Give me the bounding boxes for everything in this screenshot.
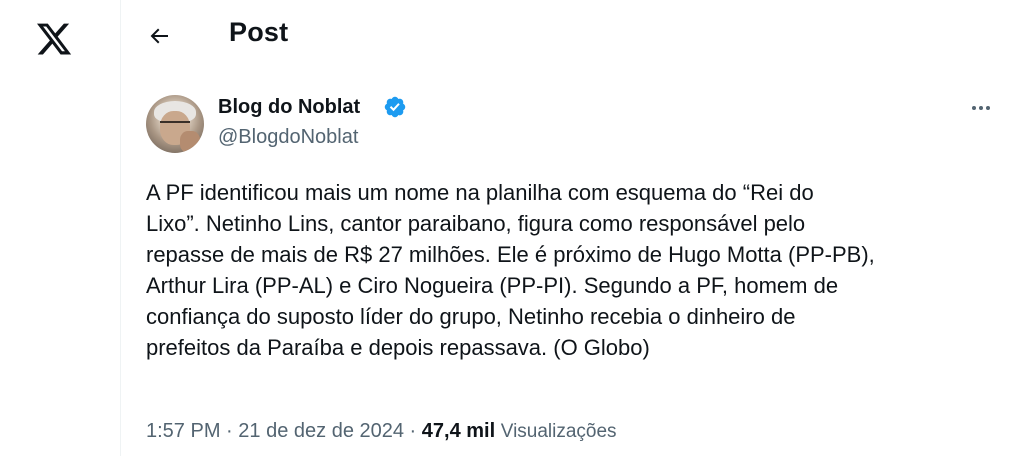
x-logo-icon[interactable] xyxy=(34,20,74,58)
post-text: A PF identificou mais um nome na planilh… xyxy=(146,177,1006,363)
meta-separator: · xyxy=(226,420,233,442)
avatar[interactable] xyxy=(146,95,204,153)
meta-separator: · xyxy=(409,420,417,442)
more-options-icon[interactable] xyxy=(969,96,993,120)
sidebar xyxy=(0,0,121,456)
views-count[interactable]: 47,4 mil xyxy=(422,420,495,442)
post-text-line: prefeitos da Paraíba e depois repassava.… xyxy=(146,335,650,360)
back-arrow-icon[interactable] xyxy=(147,24,171,48)
post-text-line: A PF identificou mais um nome na planilh… xyxy=(146,180,814,205)
post-text-line: repasse de mais de R$ 27 milhões. Ele é … xyxy=(146,242,875,267)
author-handle[interactable]: @BlogdoNoblat xyxy=(218,126,358,149)
post-text-line: confiança do suposto líder do grupo, Net… xyxy=(146,304,796,329)
verified-badge-icon[interactable] xyxy=(383,95,407,119)
views-label[interactable]: Visualizações xyxy=(501,421,617,442)
post-text-line: Arthur Lira (PP-AL) e Ciro Nogueira (PP-… xyxy=(146,273,839,298)
post-meta: 1:57 PM · 21 de dez de 2024 · 47,4 mil V… xyxy=(146,420,617,443)
post-date[interactable]: 21 de dez de 2024 xyxy=(238,420,404,442)
post-time[interactable]: 1:57 PM xyxy=(146,420,220,442)
post-text-line: Lixo”. Netinho Lins, cantor paraibano, f… xyxy=(146,211,806,236)
author-name[interactable]: Blog do Noblat xyxy=(218,96,360,119)
page-title: Post xyxy=(229,17,289,47)
post-column: Post Blog do Noblat @BlogdoNoblat A PF i… xyxy=(121,0,1021,456)
